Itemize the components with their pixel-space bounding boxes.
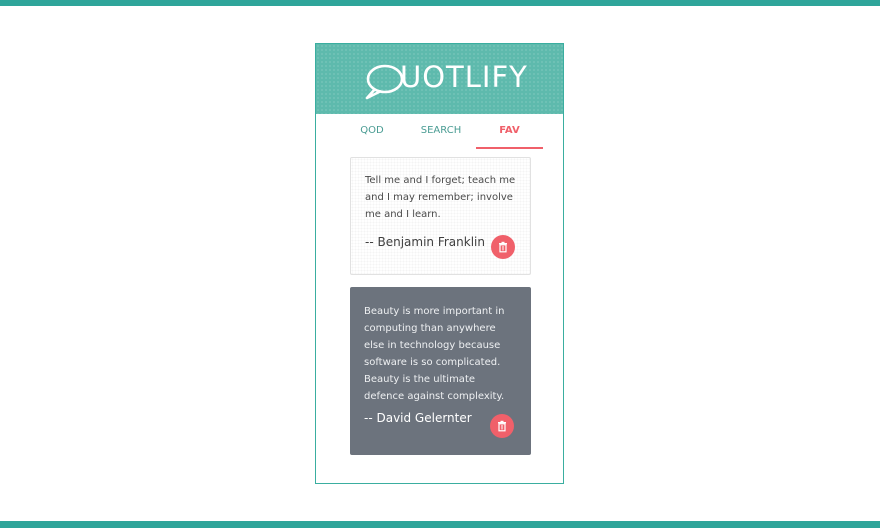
app-header: UOTLIFY	[316, 44, 563, 114]
speech-bubble-q-icon	[365, 64, 404, 100]
tab-qod[interactable]: QOD	[336, 114, 408, 147]
favorite-quote-card: Beauty is more important in computing th…	[350, 287, 531, 455]
trash-icon	[498, 420, 506, 432]
delete-favorite-button[interactable]	[491, 235, 515, 259]
quote-author: -- Benjamin Franklin	[365, 235, 485, 249]
app-logo: UOTLIFY	[400, 60, 528, 94]
bottom-accent-bar	[0, 521, 880, 528]
tab-fav[interactable]: FAV	[476, 114, 543, 149]
favorite-quote-card: Tell me and I forget; teach me and I may…	[350, 157, 531, 275]
top-accent-bar	[0, 0, 880, 6]
quote-author: -- David Gelernter	[364, 411, 472, 425]
delete-favorite-button[interactable]	[490, 414, 514, 438]
tab-search[interactable]: SEARCH	[406, 114, 476, 147]
trash-icon	[499, 241, 507, 253]
quote-text: Tell me and I forget; teach me and I may…	[365, 175, 516, 220]
tab-bar: QOD SEARCH FAV	[316, 114, 563, 149]
quote-text: Beauty is more important in computing th…	[364, 306, 505, 402]
app-window: UOTLIFY QOD SEARCH FAV Tell me and I for…	[315, 43, 564, 484]
